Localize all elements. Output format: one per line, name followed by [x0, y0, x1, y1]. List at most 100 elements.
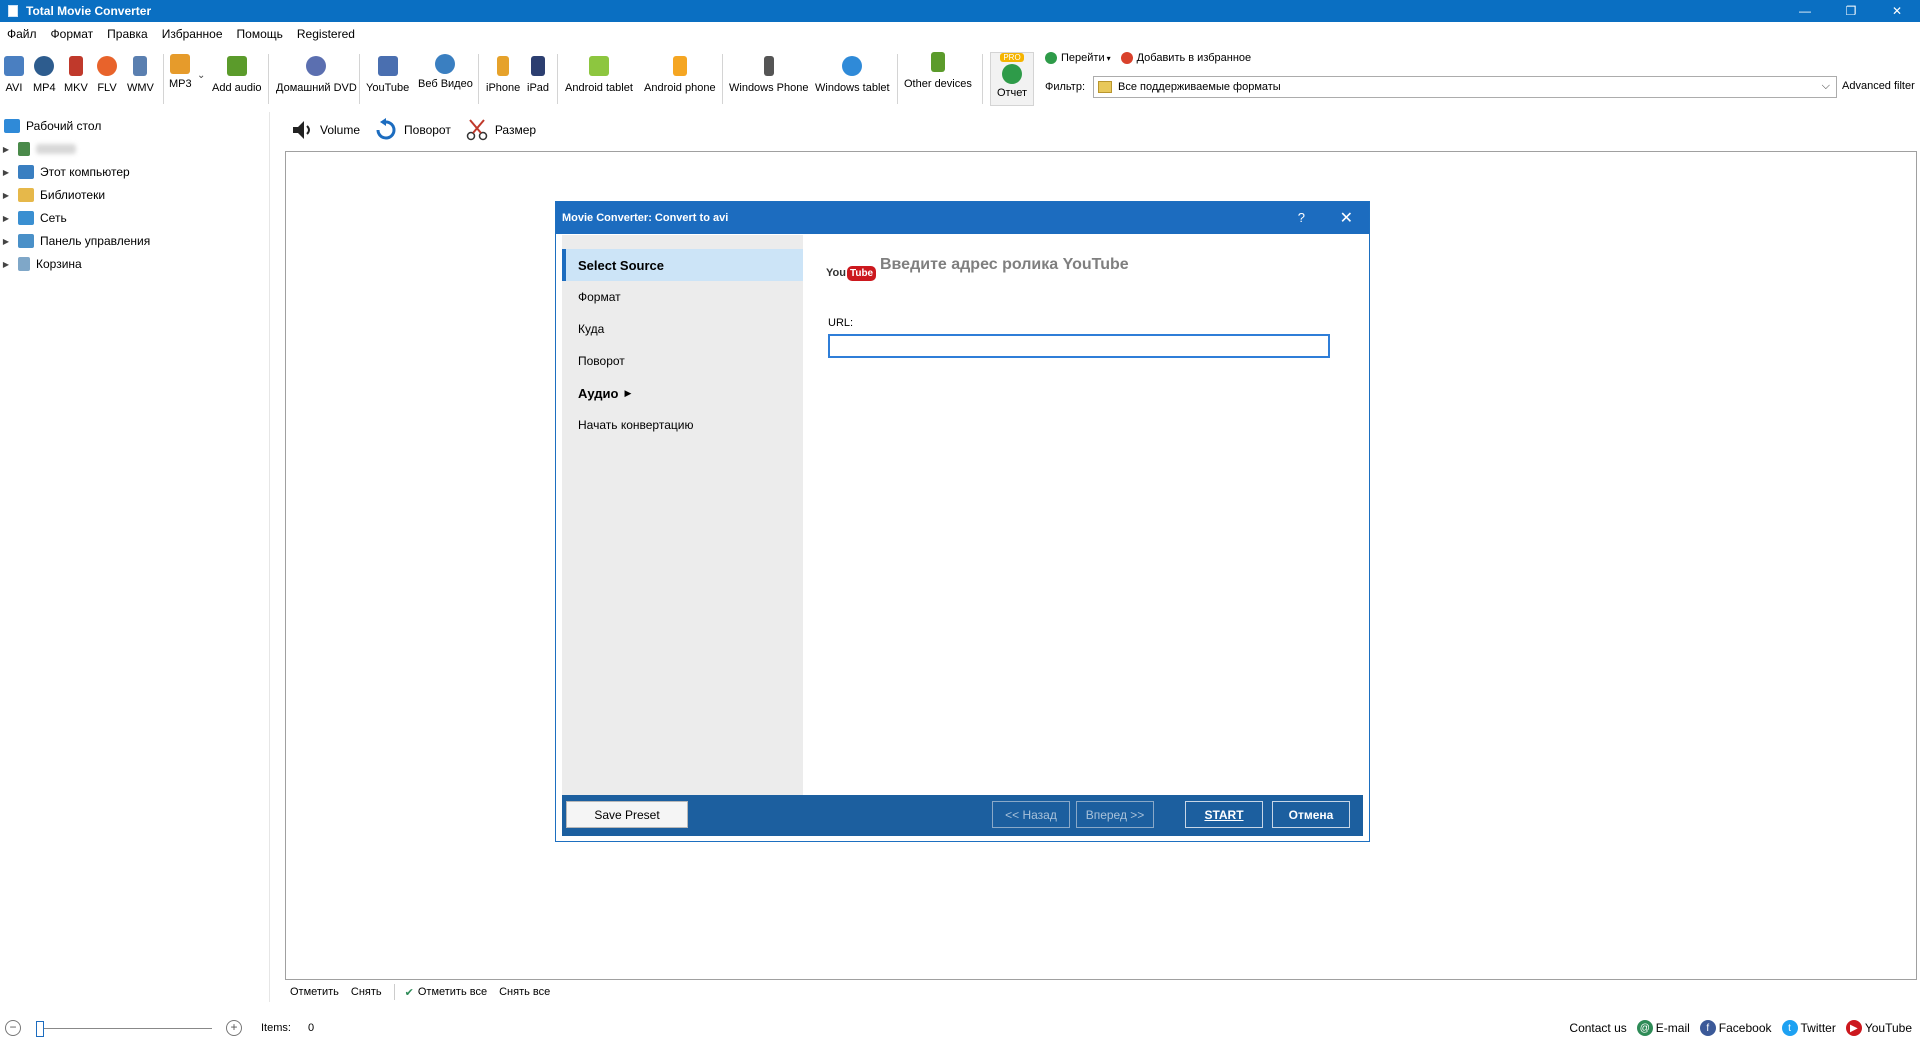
rotate-button[interactable]: Поворот [374, 118, 451, 142]
uncheck-button[interactable]: Снять [351, 986, 382, 998]
tree-item-this-pc[interactable]: ▶ Этот компьютер [0, 162, 130, 182]
youtube-link[interactable]: ▶ YouTube [1845, 1020, 1912, 1036]
expand-arrow-icon[interactable]: ▶ [0, 214, 12, 223]
toolbar-other-devices-button[interactable]: Other devices [904, 52, 972, 90]
tree-item-control-panel[interactable]: ▶ Панель управления [0, 231, 150, 251]
toolbar-mkv-button[interactable]: MKV [64, 56, 88, 94]
next-button[interactable]: Вперед >> [1076, 801, 1154, 828]
help-button[interactable]: ? [1298, 210, 1305, 225]
go-dropdown-icon: ▾ [1106, 53, 1111, 63]
toolbar-youtube-button[interactable]: YouTube [366, 56, 409, 94]
wmv-icon [133, 56, 148, 76]
effects-toolbar: Volume Поворот Размер [290, 116, 550, 144]
toolbar-flv-button[interactable]: FLV [97, 56, 117, 94]
toolbar-web-video-button[interactable]: Веб Видео [418, 54, 473, 90]
menu-favorites[interactable]: Избранное [155, 27, 230, 41]
tree-item-user[interactable]: ▶ [0, 139, 76, 159]
toolbar-mp3-button[interactable]: MP3 [169, 54, 192, 90]
folder-tree: Рабочий стол ▶ ▶ Этот компьютер ▶ Библио… [0, 112, 270, 1002]
toolbar-avi-button[interactable]: AVI [4, 56, 24, 94]
twitter-link[interactable]: t Twitter [1781, 1020, 1836, 1036]
expand-arrow-icon: ▶ [624, 387, 632, 398]
report-button[interactable]: PRO Отчет [990, 52, 1034, 106]
dialog-close-button[interactable]: ✕ [1340, 208, 1353, 228]
nav-format[interactable]: Формат [562, 281, 803, 313]
toolbar-iphone-button[interactable]: iPhone [486, 56, 520, 94]
youtube-logo: You Tube [826, 262, 877, 284]
add-favorites-button[interactable]: Добавить в избранное [1120, 52, 1251, 64]
minimize-button[interactable]: — [1782, 0, 1828, 22]
toolbar-separator [478, 54, 479, 104]
menu-registered[interactable]: Registered [290, 27, 362, 41]
start-button[interactable]: START [1185, 801, 1263, 828]
toolbar-windows-phone-button[interactable]: Windows Phone [729, 56, 809, 94]
advanced-filter-link[interactable]: Advanced filter [1842, 80, 1915, 92]
nav-destination[interactable]: Куда [562, 313, 803, 345]
nav-select-source[interactable]: Select Source [562, 249, 803, 281]
tree-item-network[interactable]: ▶ Сеть [0, 208, 67, 228]
volume-icon [293, 121, 310, 139]
facebook-link[interactable]: f Facebook [1699, 1020, 1772, 1036]
expand-arrow-icon[interactable]: ▶ [0, 260, 12, 269]
add-audio-icon [226, 56, 247, 76]
volume-button[interactable]: Volume [290, 118, 360, 142]
toolbar-add-audio-button[interactable]: Add audio [212, 56, 262, 94]
zoom-out-icon[interactable]: − [5, 1020, 21, 1036]
toolbar-separator [557, 54, 558, 104]
uncheck-all-button[interactable]: Снять все [499, 986, 550, 998]
chevron-down-icon: ⌵ [1821, 80, 1831, 92]
expand-arrow-icon[interactable]: ▶ [0, 168, 12, 177]
url-label: URL: [828, 317, 854, 329]
zoom-slider-track[interactable] [36, 1028, 212, 1029]
url-input[interactable] [828, 334, 1330, 358]
dialog-heading: Введите адрес ролика YouTube [880, 256, 1129, 273]
nav-audio[interactable]: Аудио ▶ [562, 377, 803, 409]
zoom-in-icon[interactable]: + [226, 1020, 242, 1036]
back-button[interactable]: << Назад [992, 801, 1070, 828]
zoom-slider-thumb[interactable] [36, 1021, 44, 1037]
toolbar-android-tablet-button[interactable]: Android tablet [565, 56, 633, 94]
mp4-eye-icon [34, 56, 55, 76]
expand-arrow-icon[interactable]: ▶ [0, 145, 12, 154]
restore-button[interactable]: ❐ [1828, 0, 1874, 22]
cancel-button[interactable]: Отмена [1272, 801, 1350, 828]
computer-icon [18, 165, 34, 179]
facebook-icon: f [1699, 1020, 1716, 1036]
menu-help[interactable]: Помощь [230, 27, 290, 41]
tree-item-libraries[interactable]: ▶ Библиотеки [0, 185, 105, 205]
filter-value: Все поддерживаемые форматы [1118, 81, 1281, 93]
expand-arrow-icon[interactable]: ▶ [0, 237, 12, 246]
toolbar-separator [897, 54, 898, 104]
toolbar-mp4-button[interactable]: MP4 [33, 56, 56, 94]
filter-folder-icon [1098, 81, 1113, 93]
menu-edit[interactable]: Правка [100, 27, 155, 41]
expand-arrow-icon[interactable]: ▶ [0, 191, 12, 200]
title-bar: Total Movie Converter — ❐ ✕ [0, 0, 1920, 22]
toolbar-wmv-button[interactable]: WMV [127, 56, 154, 94]
heart-icon [1120, 52, 1133, 64]
menu-format[interactable]: Формат [44, 27, 101, 41]
mp3-dropdown-icon[interactable]: ⌄ [197, 70, 205, 81]
tree-item-recycle-bin[interactable]: ▶ Корзина [0, 254, 82, 274]
check-button[interactable]: Отметить [290, 986, 339, 998]
nav-start-conversion[interactable]: Начать конвертацию [562, 409, 803, 441]
resize-button[interactable]: Размер [465, 118, 536, 142]
dialog-title-bar: Movie Converter: Convert to avi ? ✕ [556, 202, 1369, 234]
iphone-icon [497, 56, 510, 76]
toolbar-ipad-button[interactable]: iPad [527, 56, 549, 94]
email-link[interactable]: @ E-mail [1636, 1020, 1690, 1036]
android-phone-icon [672, 56, 687, 76]
nav-rotate[interactable]: Поворот [562, 345, 803, 377]
save-preset-button[interactable]: Save Preset [566, 801, 688, 828]
toolbar-windows-tablet-button[interactable]: Windows tablet [815, 56, 890, 94]
toolbar-dvd-button[interactable]: Домашний DVD [276, 56, 357, 94]
libraries-icon [18, 188, 34, 202]
toolbar-android-phone-button[interactable]: Android phone [644, 56, 716, 94]
close-button[interactable]: ✕ [1874, 0, 1920, 22]
social-links: Contact us @ E-mail f Facebook t Twitter… [1569, 1020, 1912, 1036]
check-all-button[interactable]: Отметить все [418, 986, 487, 998]
go-button[interactable]: Перейти ▾ [1045, 52, 1111, 64]
menu-file[interactable]: Файл [0, 27, 44, 41]
filter-select[interactable]: Все поддерживаемые форматы ⌵ [1093, 76, 1838, 98]
tree-item-desktop[interactable]: Рабочий стол [0, 116, 101, 136]
